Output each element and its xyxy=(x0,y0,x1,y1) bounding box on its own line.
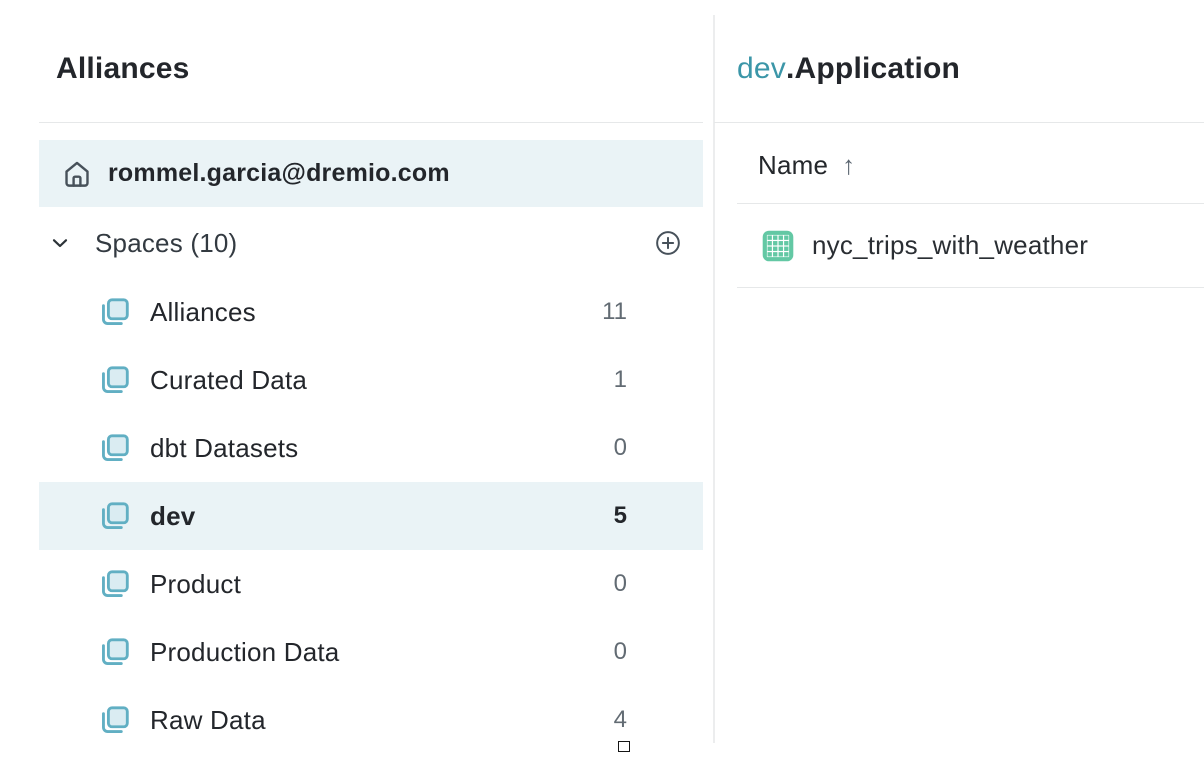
main-header-divider xyxy=(714,122,1204,123)
space-icon xyxy=(97,362,133,398)
space-label: dbt Datasets xyxy=(150,433,298,464)
space-icon xyxy=(97,702,133,738)
sidebar-item-raw-data[interactable]: Raw Data 4 xyxy=(39,686,703,754)
space-label: dev xyxy=(150,501,195,532)
home-icon xyxy=(60,157,94,191)
space-count-badge: 11 xyxy=(602,298,627,326)
page-title: Alliances xyxy=(56,52,190,86)
sidebar-item-product[interactable]: Product 0 xyxy=(39,550,703,618)
breadcrumb-entity: Application xyxy=(795,52,961,85)
chevron-down-icon[interactable] xyxy=(48,231,72,255)
dataset-name-label: nyc_trips_with_weather xyxy=(812,230,1088,261)
breadcrumb-space-link[interactable]: dev xyxy=(737,52,786,85)
sidebar-item-curated-data[interactable]: Curated Data 1 xyxy=(39,346,703,414)
user-email-label: rommel.garcia@dremio.com xyxy=(108,159,450,188)
spaces-section-header: Spaces (10) xyxy=(39,212,703,274)
space-label: Product xyxy=(150,569,241,600)
sidebar-item-dev[interactable]: dev 5 xyxy=(39,482,703,550)
panel-splitter[interactable] xyxy=(713,15,715,743)
space-icon xyxy=(97,294,133,330)
sort-ascending-icon: ↑ xyxy=(842,150,855,181)
space-label: Raw Data xyxy=(150,705,266,736)
sidebar-item-alliances[interactable]: Alliances 11 xyxy=(39,278,703,346)
space-icon xyxy=(97,634,133,670)
breadcrumb-separator: . xyxy=(786,52,795,85)
dataset-table-icon xyxy=(760,228,796,264)
space-icon xyxy=(97,498,133,534)
space-label: Curated Data xyxy=(150,365,307,396)
space-count-badge: 4 xyxy=(614,706,627,734)
sidebar-item-production-data[interactable]: Production Data 0 xyxy=(39,618,703,686)
table-row-divider xyxy=(737,287,1204,288)
breadcrumb: dev.Application xyxy=(737,52,960,86)
space-label: Production Data xyxy=(150,637,339,668)
add-space-button[interactable] xyxy=(654,229,682,257)
space-count-badge: 1 xyxy=(614,366,627,394)
spaces-section-label: Spaces (10) xyxy=(95,228,237,259)
table-row-nyc-trips-with-weather[interactable]: nyc_trips_with_weather xyxy=(713,204,1204,287)
space-count-badge: 5 xyxy=(614,502,627,530)
stray-square-artifact xyxy=(618,741,630,752)
space-icon xyxy=(97,566,133,602)
sidebar-header-divider xyxy=(39,122,703,123)
space-count-badge: 0 xyxy=(614,638,627,666)
table-column-header-name[interactable]: Name ↑ xyxy=(758,144,855,186)
sidebar-item-user-home[interactable]: rommel.garcia@dremio.com xyxy=(39,140,703,207)
sidebar-item-dbt-datasets[interactable]: dbt Datasets 0 xyxy=(39,414,703,482)
space-icon xyxy=(97,430,133,466)
space-count-badge: 0 xyxy=(614,434,627,462)
space-label: Alliances xyxy=(150,297,256,328)
column-name-label: Name xyxy=(758,150,828,181)
space-count-badge: 0 xyxy=(614,570,627,598)
